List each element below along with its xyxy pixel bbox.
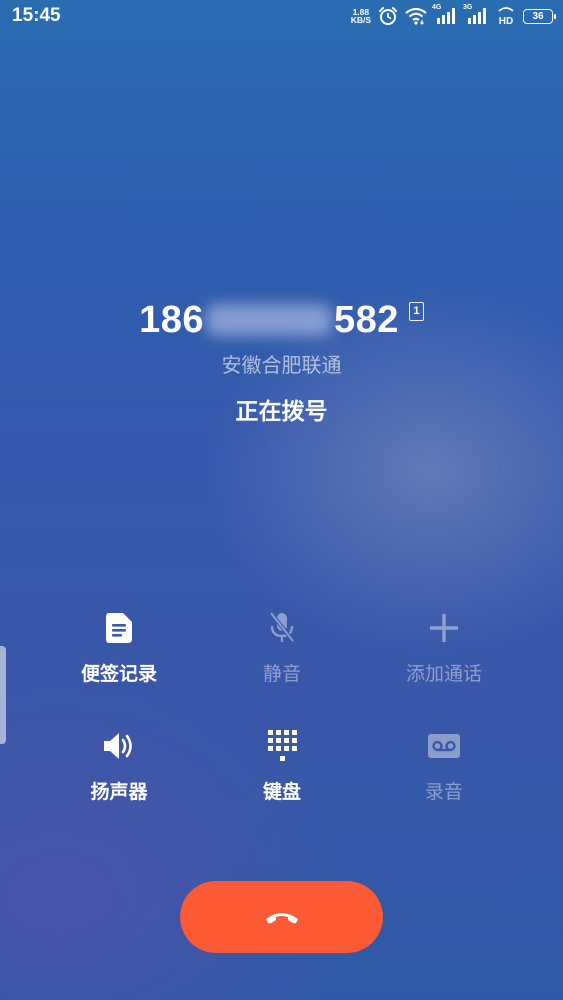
sim-slot-badge: 1 bbox=[408, 301, 424, 321]
hd-label: HD bbox=[499, 16, 513, 26]
battery-icon: 36 bbox=[523, 8, 556, 24]
add-call-label: 添加通话 bbox=[405, 663, 482, 685]
record-label: 录音 bbox=[424, 781, 463, 803]
status-time: 15:45 bbox=[12, 5, 61, 26]
alarm-clock-icon bbox=[379, 7, 397, 25]
caller-location: 安徽合肥联通 bbox=[221, 353, 342, 377]
signal-3g: 3G bbox=[463, 4, 489, 25]
signal-4g: 4G bbox=[432, 4, 458, 25]
note-icon bbox=[106, 613, 132, 643]
speaker-label: 扬声器 bbox=[90, 781, 148, 803]
wifi-icon bbox=[405, 7, 427, 25]
notes-label: 便签记录 bbox=[80, 663, 157, 685]
signal-3g-label: 3G bbox=[463, 4, 473, 11]
notes-button[interactable]: 便签记录 bbox=[44, 608, 194, 686]
phone-number: 186 582 1 bbox=[0, 295, 563, 345]
speaker-button[interactable]: 扬声器 bbox=[44, 726, 194, 804]
side-drawer-handle[interactable] bbox=[0, 646, 6, 744]
keypad-label: 键盘 bbox=[262, 781, 301, 803]
network-speed: 1.88 KB/S bbox=[350, 8, 371, 25]
status-icons: 1.88 KB/S 4G 3G HD 36 bbox=[350, 4, 556, 27]
end-call-button[interactable] bbox=[180, 881, 383, 953]
status-bar: 15:45 1.88 KB/S 4G 3G HD 36 bbox=[0, 0, 563, 34]
hang-up-icon bbox=[265, 913, 298, 924]
add-call-button[interactable]: 添加通话 bbox=[369, 608, 519, 686]
keypad-button[interactable]: 键盘 bbox=[207, 726, 357, 804]
network-speed-unit: KB/S bbox=[350, 15, 371, 25]
signal-4g-label: 4G bbox=[432, 4, 442, 11]
speaker-icon bbox=[104, 733, 132, 759]
call-status: 正在拨号 bbox=[235, 399, 328, 425]
dialpad-icon bbox=[268, 730, 297, 761]
phone-number-prefix: 186 bbox=[139, 298, 204, 341]
mute-button[interactable]: 静音 bbox=[207, 608, 357, 686]
hd-voice-icon: HD bbox=[498, 7, 514, 26]
mic-off-icon bbox=[269, 611, 295, 643]
mute-label: 静音 bbox=[262, 663, 301, 685]
phone-number-redacted bbox=[206, 304, 332, 336]
voicemail-record-icon bbox=[428, 734, 460, 758]
plus-icon bbox=[430, 614, 458, 642]
phone-number-suffix: 582 bbox=[334, 298, 399, 341]
record-button[interactable]: 录音 bbox=[369, 726, 519, 804]
